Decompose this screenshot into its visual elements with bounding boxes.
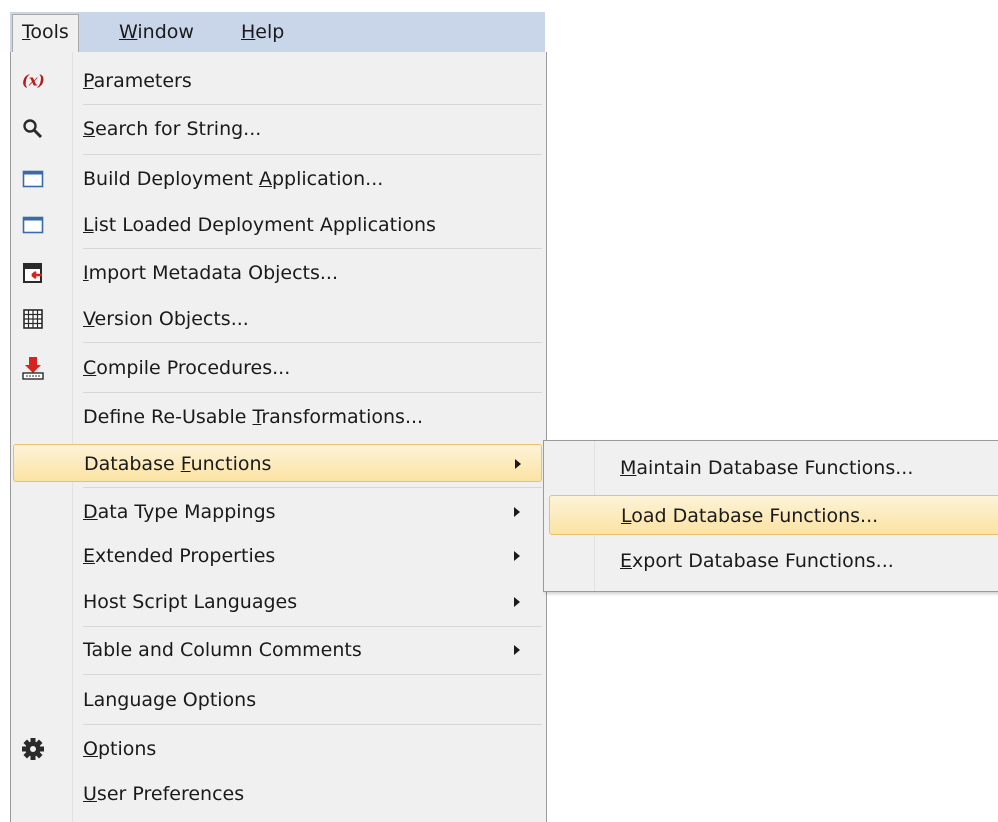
menu-item-import-metadata-objects[interactable]: Import Metadata Objects... xyxy=(11,254,544,292)
menu-item-label: Version Objects... xyxy=(83,308,249,330)
magnifier-icon xyxy=(21,117,45,141)
menu-item-language-options[interactable]: Language Options xyxy=(11,681,544,719)
submenu-item-maintain-database-functions[interactable]: Maintain Database Functions... xyxy=(544,448,998,488)
menu-separator xyxy=(83,487,542,488)
menu-separator xyxy=(83,342,542,343)
menu-separator xyxy=(83,104,542,105)
menu-item-label: Parameters xyxy=(83,70,192,92)
menu-item-label: Database Functions xyxy=(84,453,272,475)
submenu-item-label: Maintain Database Functions... xyxy=(620,457,914,479)
import-icon xyxy=(21,261,45,285)
menu-tools-label: Tools xyxy=(22,21,69,43)
menu-item-list-loaded-deployment-applications[interactable]: List Loaded Deployment Applications xyxy=(11,206,544,244)
menu-item-search-for-string[interactable]: Search for String... xyxy=(11,110,544,148)
menu-separator xyxy=(83,724,542,725)
menu-window-label: Window xyxy=(119,21,194,43)
menu-item-label: Import Metadata Objects... xyxy=(83,262,339,284)
menu-item-label: List Loaded Deployment Applications xyxy=(83,214,436,236)
submenu-item-load-database-functions[interactable]: Load Database Functions... xyxy=(549,495,998,535)
submenu-arrow-icon xyxy=(514,645,520,655)
tools-dropdown-menu: (x) Parameters Search for String... Buil… xyxy=(10,52,547,822)
menu-separator xyxy=(83,674,542,675)
submenu-item-label: Load Database Functions... xyxy=(621,505,879,527)
grid-icon xyxy=(21,307,45,331)
menu-separator xyxy=(83,626,542,627)
menu-item-label: Build Deployment Application... xyxy=(83,168,384,190)
menu-item-label: Compile Procedures... xyxy=(83,357,291,379)
submenu-arrow-icon xyxy=(514,551,520,561)
menu-item-label: Define Re-Usable Transformations... xyxy=(83,406,424,428)
submenu-item-label: Export Database Functions... xyxy=(620,550,894,572)
menu-item-label: Data Type Mappings xyxy=(83,501,276,523)
menu-item-table-and-column-comments[interactable]: Table and Column Comments xyxy=(11,631,544,669)
parameters-x-icon: (x) xyxy=(21,69,45,93)
menu-item-label: Options xyxy=(83,738,157,760)
menu-item-label: Host Script Languages xyxy=(83,591,298,613)
menu-item-database-functions[interactable]: Database Functions xyxy=(13,444,542,482)
menu-help-label: Help xyxy=(241,21,285,43)
menu-separator xyxy=(83,392,542,393)
menu-tools[interactable]: Tools xyxy=(12,14,79,53)
menu-item-version-objects[interactable]: Version Objects... xyxy=(11,300,544,338)
menu-separator xyxy=(83,154,542,155)
menu-separator xyxy=(83,248,542,249)
submenu-item-export-database-functions[interactable]: Export Database Functions... xyxy=(544,541,998,581)
menu-item-label: Search for String... xyxy=(83,118,262,140)
submenu-arrow-icon xyxy=(514,507,520,517)
compile-download-icon xyxy=(21,356,45,380)
menu-item-user-preferences[interactable]: User Preferences xyxy=(11,775,544,813)
menu-item-extended-properties[interactable]: Extended Properties xyxy=(11,537,544,575)
submenu-arrow-icon xyxy=(514,597,520,607)
database-functions-submenu: Maintain Database Functions... Load Data… xyxy=(543,440,998,592)
menu-item-define-reusable-transformations[interactable]: Define Re-Usable Transformations... xyxy=(11,398,544,436)
menu-window[interactable]: Window xyxy=(110,15,203,49)
submenu-arrow-icon xyxy=(515,459,521,469)
menu-help[interactable]: Help xyxy=(232,15,293,49)
menu-item-compile-procedures[interactable]: Compile Procedures... xyxy=(11,349,544,387)
menu-bar: Tools Window Help xyxy=(10,12,545,53)
menu-item-label: Extended Properties xyxy=(83,545,276,567)
menu-item-label: User Preferences xyxy=(83,783,245,805)
menu-item-label: Table and Column Comments xyxy=(83,639,362,661)
window-icon xyxy=(21,167,45,191)
gear-icon xyxy=(21,737,45,761)
svg-text:(x): (x) xyxy=(22,73,45,90)
menu-item-build-deployment-application[interactable]: Build Deployment Application... xyxy=(11,160,544,198)
menu-item-host-script-languages[interactable]: Host Script Languages xyxy=(11,583,544,621)
menu-item-data-type-mappings[interactable]: Data Type Mappings xyxy=(11,493,544,531)
window-icon xyxy=(21,213,45,237)
menu-item-label: Language Options xyxy=(83,689,257,711)
menu-item-options[interactable]: Options xyxy=(11,730,544,768)
menu-item-parameters[interactable]: (x) Parameters xyxy=(11,62,544,100)
